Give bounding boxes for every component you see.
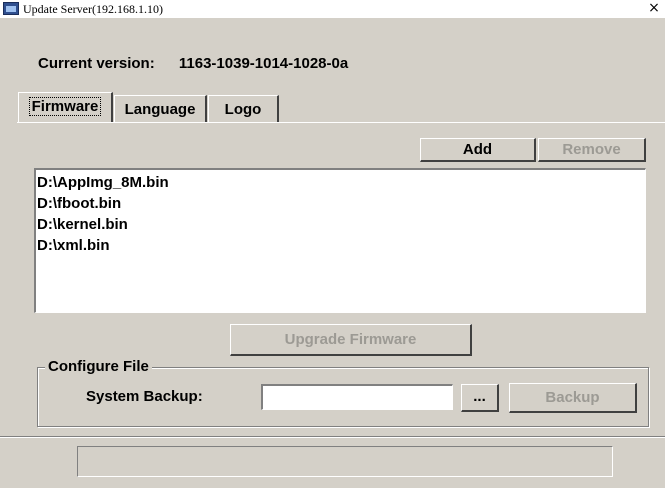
separator-line	[0, 436, 665, 438]
firmware-file-list[interactable]: D:\AppImg_8M.bin D:\fboot.bin D:\kernel.…	[34, 168, 646, 313]
system-backup-path-input[interactable]	[261, 384, 453, 410]
list-item[interactable]: D:\kernel.bin	[37, 214, 645, 235]
tab-logo[interactable]: Logo	[208, 95, 279, 122]
backup-button[interactable]: Backup	[509, 383, 637, 413]
add-button[interactable]: Add	[420, 138, 536, 162]
current-version-label: Current version:	[38, 55, 155, 72]
current-version-value: 1163-1039-1014-1028-0a	[178, 55, 349, 72]
app-icon	[3, 2, 19, 15]
list-item[interactable]: D:\AppImg_8M.bin	[37, 172, 645, 193]
configure-file-label: Configure File	[45, 358, 152, 375]
title-bar: Update Server(192.168.1.10) ×	[0, 0, 665, 18]
list-item[interactable]: D:\xml.bin	[37, 235, 645, 256]
tab-language[interactable]: Language	[114, 95, 207, 122]
close-icon[interactable]: ×	[646, 1, 662, 16]
system-backup-label: System Backup:	[86, 388, 203, 405]
list-item[interactable]: D:\fboot.bin	[37, 193, 645, 214]
remove-button[interactable]: Remove	[538, 138, 646, 162]
tab-firmware[interactable]: Firmware	[18, 92, 113, 122]
browse-button[interactable]: ...	[461, 384, 499, 412]
tab-language-label: Language	[124, 101, 196, 118]
upgrade-firmware-button[interactable]: Upgrade Firmware	[230, 324, 472, 356]
current-version-row: Current version: 1163-1039-1014-1028-0a	[38, 55, 348, 72]
tab-firmware-label: Firmware	[28, 97, 102, 116]
tab-logo-label: Logo	[224, 101, 262, 118]
window-title: Update Server(192.168.1.10)	[23, 2, 163, 16]
status-bar	[77, 446, 613, 477]
